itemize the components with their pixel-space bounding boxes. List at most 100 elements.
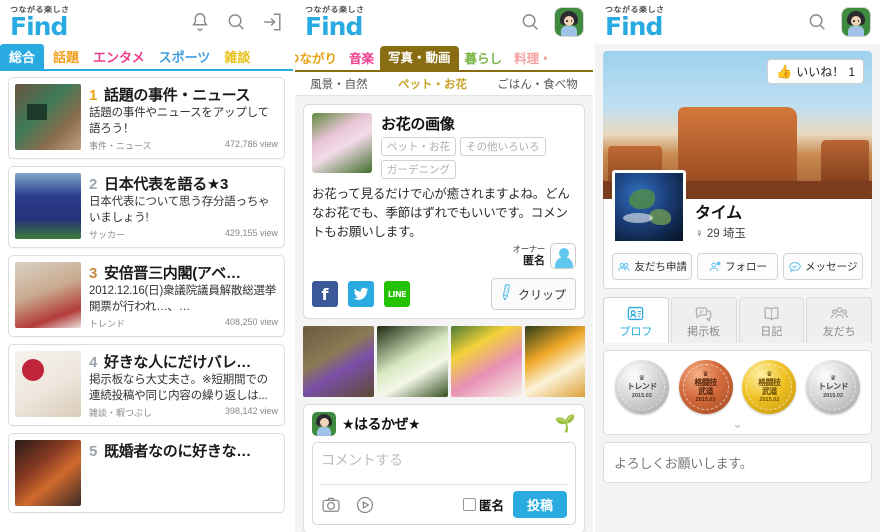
video-icon[interactable] (355, 495, 375, 515)
post-tag[interactable]: ガーデニング (381, 160, 456, 179)
login-icon[interactable] (261, 11, 283, 33)
item-category: サッカー (89, 230, 126, 241)
profile-avatar[interactable] (612, 170, 686, 244)
like-button[interactable]: 👍 いいね！ 1 (767, 59, 864, 84)
logo[interactable]: つながる楽しさ Find (305, 6, 365, 39)
medal[interactable]: ♛ 格闘技 武道 2015.03 (678, 360, 733, 414)
subtab-fukei[interactable]: 風景・自然 (310, 76, 368, 92)
twitter-icon[interactable]: t (348, 281, 374, 308)
tab-board[interactable]: 掲示板 (670, 297, 737, 343)
tab-wadai[interactable]: 話題 (46, 44, 86, 69)
logo-tagline: つながる楽しさ (305, 5, 365, 14)
logo[interactable]: つながる楽しさ Find (605, 6, 665, 39)
tab-ryori[interactable]: 料理・ (508, 48, 558, 70)
tab-zatsudan[interactable]: 雑談 (217, 44, 257, 69)
post-thumbnail (312, 113, 372, 173)
subtab-pet-flower[interactable]: ペット・お花 (398, 76, 467, 92)
clip-button[interactable]: 🖉 クリップ (491, 278, 576, 311)
logo[interactable]: つながる楽しさ Find (10, 6, 70, 39)
diary-icon (740, 303, 804, 323)
panel-post-detail: つながる楽しさ Find つながり 音楽 写真・動画 暮らし 料理・ (293, 0, 593, 532)
post-tag[interactable]: その他いろいろ (460, 137, 546, 156)
search-icon[interactable] (806, 11, 828, 33)
list-item[interactable]: 5 既婚者なのに好きな… (8, 433, 285, 514)
list-item[interactable]: 3 安倍晋三内閣(アベ… 2012.12.16(日)衆議院議員解散総選挙開票が行… (8, 255, 285, 338)
photo-strip (303, 326, 585, 398)
photo-thumbnail[interactable] (451, 326, 522, 398)
comment-input[interactable]: コメントする (321, 450, 567, 484)
post-tags: ペット・お花 その他いろいろ ガーデニング (381, 137, 576, 179)
like-count: 1 (848, 64, 855, 79)
medal[interactable]: ♛ トレンド 2015.02 (806, 360, 861, 414)
board-icon (672, 303, 736, 323)
user-avatar-icon[interactable] (312, 412, 336, 437)
category-tabs: 総合 話題 エンタメ スポーツ 雑談 (0, 44, 293, 71)
item-rank: 3 (89, 265, 98, 283)
tab-sports[interactable]: スポーツ (152, 44, 218, 69)
owner-avatar-icon[interactable] (550, 243, 576, 270)
anonymous-checkbox[interactable] (462, 498, 476, 512)
crown-icon: ♛ (702, 371, 709, 379)
profile-actions: 友だち申請 フォロー メッセージ (612, 253, 863, 280)
medal-year: 2015.02 (759, 396, 780, 403)
comment-card: ★はるかぜ★ 🌱 コメントする 匿名 投稿 (303, 404, 585, 532)
search-icon[interactable] (519, 11, 541, 33)
post-owner: オーナー 匿名 (312, 243, 576, 270)
friend-request-button[interactable]: 友だち申請 (612, 253, 693, 280)
item-title: 話題の事件・ニュース (104, 87, 251, 104)
post-button[interactable]: 投稿 (512, 491, 567, 519)
item-title: 好きな人にだけバレ… (104, 354, 252, 372)
anonymous-toggle[interactable]: 匿名 (462, 495, 504, 514)
tab-photo-video[interactable]: 写真・動画 (380, 46, 459, 70)
crown-icon: ♛ (638, 375, 646, 383)
profile-name: タイム (695, 205, 742, 222)
tab-sogo[interactable]: 総合 (0, 44, 45, 69)
tab-prof[interactable]: プロフ (603, 297, 669, 343)
avatar-icon[interactable] (555, 8, 583, 36)
photo-thumbnail[interactable] (525, 326, 585, 398)
tab-tsunagari[interactable]: つながり (295, 48, 343, 70)
tab-prof-label: プロフ (619, 326, 653, 338)
photo-thumbnail[interactable] (303, 326, 374, 398)
item-description: 話題の事件やニュースをアップして語ろう！ (89, 107, 269, 135)
profile-block: タイム ♀ 29 埼玉 友だち申請 フォロー メッセージ (603, 170, 872, 289)
facebook-icon[interactable]: f (312, 281, 338, 308)
crown-icon: ♛ (766, 371, 773, 379)
tab-friends-label: 友だち (822, 326, 856, 338)
post-tag[interactable]: ペット・お花 (381, 137, 456, 156)
photo-thumbnail[interactable] (377, 326, 448, 398)
clip-label: クリップ (517, 287, 566, 302)
list-item[interactable]: 4 好きな人にだけバレ… 掲示板なら大丈夫さ。※短期間での連続投稿や同じ内容の繰… (8, 344, 285, 427)
medal[interactable]: ♛ 格闘技 武道 2015.02 (742, 360, 797, 414)
item-category: 雑談・暇つぶし (89, 408, 153, 419)
chevron-down-icon[interactable]: ⌄ (610, 416, 865, 432)
item-description: 2012.12.16(日)衆議院議員解散総選挙開票が行われ…、… (89, 285, 277, 313)
message-button[interactable]: メッセージ (782, 253, 863, 280)
comment-user: ★はるかぜ★ 🌱 (312, 412, 576, 437)
avatar-icon[interactable] (842, 8, 870, 36)
item-thumbnail (15, 440, 81, 507)
mid-category-tabs: つながり 音楽 写真・動画 暮らし 料理・ (295, 44, 593, 72)
camera-icon[interactable] (321, 495, 341, 515)
subtab-gohan[interactable]: ごはん・食べ物 (497, 76, 578, 92)
tab-ongaku[interactable]: 音楽 (343, 48, 380, 70)
tab-kurashi[interactable]: 暮らし (459, 48, 509, 70)
tab-diary[interactable]: 日記 (738, 297, 805, 343)
bell-icon[interactable] (189, 11, 211, 33)
tab-friends[interactable]: 友だち (806, 297, 872, 343)
gender-icon: ♀ (695, 228, 704, 240)
tab-entame[interactable]: エンタメ (86, 44, 152, 69)
id-card-icon (604, 303, 668, 323)
medal[interactable]: ♛ トレンド 2015.03 (614, 360, 669, 414)
list-item[interactable]: 1 話題の事件・ニュース 話題の事件やニュースをアップして語ろう！ 事件・ニュー… (8, 77, 285, 160)
list-item[interactable]: 2 日本代表を語る★3 日本代表について思う存分語っちゃいましょう! サッカー … (8, 166, 285, 249)
item-category: トレンド (89, 319, 126, 330)
line-icon[interactable]: LINE (384, 281, 410, 308)
mid-body: お花の画像 ペット・お花 その他いろいろ ガーデニング お花って見るだけで心が癒… (295, 96, 593, 532)
share-row: f t LINE 🖉 クリップ (312, 278, 576, 311)
follow-button[interactable]: フォロー (697, 253, 778, 280)
comment-input-box[interactable]: コメントする 匿名 投稿 (312, 442, 576, 526)
friends-icon (617, 260, 631, 274)
medal-label-2: 武道 (761, 386, 778, 396)
search-icon[interactable] (225, 11, 247, 33)
